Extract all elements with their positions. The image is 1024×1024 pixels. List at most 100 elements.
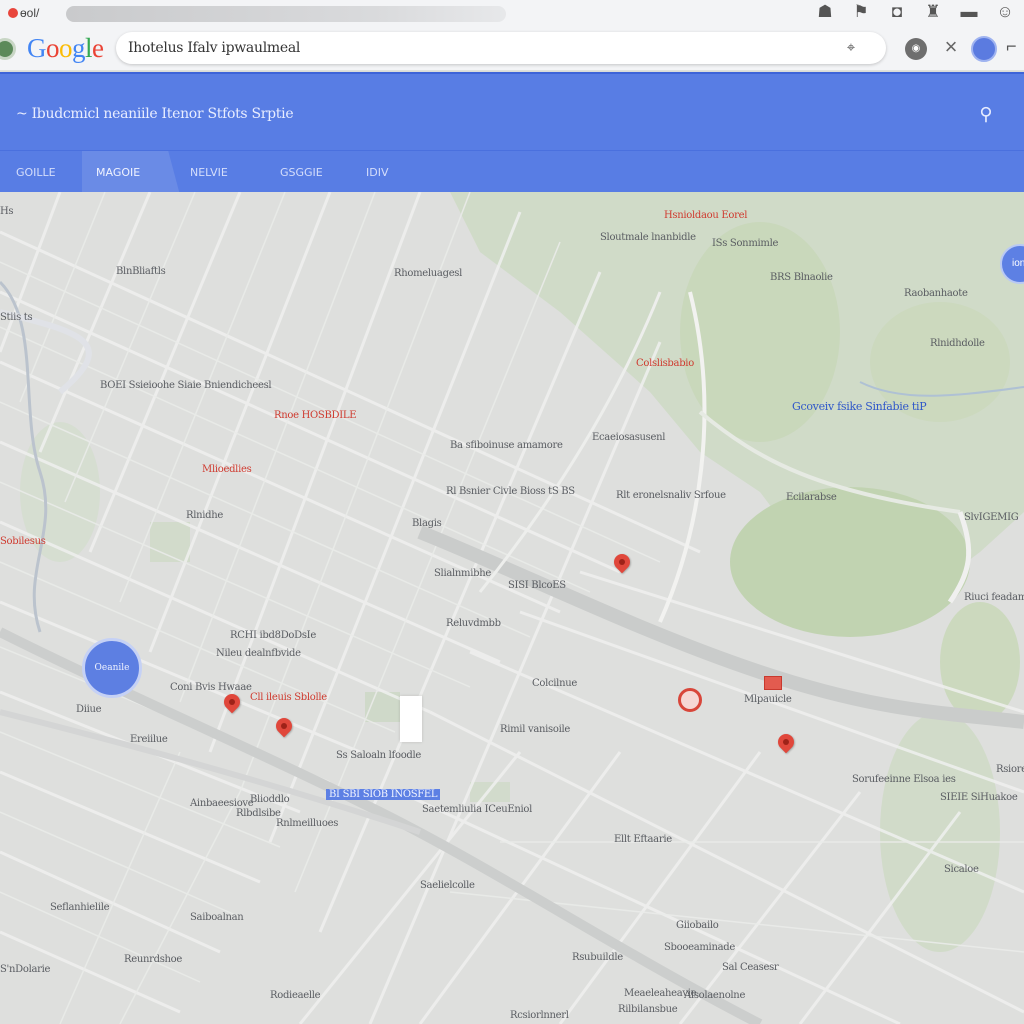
tab-idiv[interactable]: IDIV <box>366 151 388 195</box>
cast-icon[interactable]: ▬ <box>958 2 980 22</box>
map-label[interactable]: Blagis <box>412 518 442 529</box>
map-label[interactable]: Hs <box>0 206 14 217</box>
search-input-value[interactable]: Ihotelus Ifalv ipwaulmeal <box>128 40 300 56</box>
map-label[interactable]: Rodieaelle <box>270 990 321 1001</box>
map-label[interactable]: Saetemliulia ICeuEniol <box>422 804 532 815</box>
map-label[interactable]: Ss Saloaln lfoodle <box>336 750 421 761</box>
bookmark-icon[interactable]: ⚑ <box>850 2 872 22</box>
map-label[interactable]: Rsubuildle <box>572 952 623 963</box>
tab-bar: GOILLE MAGOIE NELVIE GSGGIE IDIV <box>0 150 1024 195</box>
map-label[interactable]: RCHI ibd8DoDsIe <box>230 630 316 641</box>
map-label[interactable]: Reunrdshoe <box>124 954 182 965</box>
map-label[interactable]: Sobilesus <box>0 536 46 547</box>
map-label[interactable]: Cll ileuis Sblolle <box>250 692 327 703</box>
favicon-icon <box>8 8 18 18</box>
toolbar-icons: ☗ ⚑ ◘ ♜ ▬ ☺ <box>814 2 1016 22</box>
info-card[interactable] <box>400 696 422 742</box>
map-label[interactable]: Ba sfiboinuse amamore <box>450 440 563 451</box>
tab-gsggie[interactable]: GSGGIE <box>280 151 323 195</box>
globe-icon[interactable] <box>0 38 16 60</box>
extension-icon[interactable]: ♜ <box>922 2 944 22</box>
map-label[interactable]: Coni Bvis Hwaae <box>170 682 252 693</box>
map-label[interactable]: Rlbdlsibe <box>236 808 281 819</box>
tab-title[interactable]: ɵol/ <box>20 6 39 20</box>
map-label[interactable]: BRS Blnaolie <box>770 272 833 283</box>
my-location-label: Oeanile <box>94 663 130 673</box>
map-label[interactable]: Raobanhaote <box>904 288 968 299</box>
map-label[interactable]: Rnlmeilluoes <box>276 818 338 829</box>
map-label[interactable]: Giiobailo <box>676 920 719 931</box>
map-label[interactable]: Nileu dealnfbvide <box>216 648 301 659</box>
search-row: Google Ihotelus Ifalv ipwaulmeal ⌖ ◉ × ⌐ <box>0 28 1024 70</box>
map-label[interactable]: Sicaloe <box>944 864 979 875</box>
map-label[interactable]: Mlioedlies <box>202 464 252 475</box>
map-label[interactable]: Hsnioldaou Eorel <box>664 210 747 221</box>
map-label[interactable]: Blioddlo <box>250 794 290 805</box>
map-label[interactable]: Ereiilue <box>130 734 168 745</box>
transit-icon[interactable] <box>764 676 782 690</box>
map-label[interactable]: Mlpauicle <box>744 694 792 705</box>
map-pin-icon[interactable] <box>774 730 798 756</box>
microphone-icon[interactable]: ◉ <box>905 38 927 60</box>
tab-nelvie[interactable]: NELVIE <box>190 151 228 195</box>
map-label[interactable]: Ecilarabse <box>786 492 837 503</box>
menu-edge-icon[interactable]: ⌐ <box>1006 36 1017 57</box>
map-label[interactable]: Sloutmale lnanbidle <box>600 232 696 243</box>
map-label[interactable]: S'nDolarie <box>0 964 50 975</box>
tab-goille[interactable]: GOILLE <box>16 151 56 195</box>
map-label[interactable]: Rlnidhdolle <box>930 338 985 349</box>
avatar[interactable] <box>971 36 997 62</box>
map-label[interactable]: Seflanhielile <box>50 902 110 913</box>
map-canvas[interactable]: ion Oeanile Hs Hsnioldaou Eorel Sloutmale … <box>0 192 1024 1024</box>
map-label[interactable]: Sal Ceasesr <box>722 962 779 973</box>
poi-marker[interactable] <box>678 688 702 712</box>
map-label[interactable]: SlvIGEMIG <box>964 512 1019 523</box>
account-icon[interactable]: ☗ <box>814 2 836 22</box>
map-label[interactable]: Ecaeiosasusenl <box>592 432 665 443</box>
map-pin-icon[interactable] <box>220 690 244 716</box>
map-label[interactable]: Rhomeluagesl <box>394 268 462 279</box>
map-label[interactable]: Rimil vanisoile <box>500 724 570 735</box>
map-label[interactable]: SIEIE SiHuakoe <box>940 792 1018 803</box>
map-label[interactable]: Reluvdmbb <box>446 618 501 629</box>
map-label[interactable]: Sbooeaminade <box>664 942 735 953</box>
google-logo[interactable]: Google <box>27 33 104 64</box>
map-label[interactable]: Saiboalnan <box>190 912 244 923</box>
map-label[interactable]: Alsolaenolne <box>684 990 745 1001</box>
map-pin-icon[interactable] <box>272 714 296 740</box>
panel-title: ~ Ibudcmicl neaniile Itenor Stfots Srpti… <box>16 106 294 122</box>
location-target-icon[interactable]: ⌖ <box>842 39 860 57</box>
url-bar-blurred[interactable] <box>66 6 506 22</box>
map-label[interactable]: Saelielcolle <box>420 880 475 891</box>
map-label[interactable]: Rlnidhe <box>186 510 223 521</box>
map-label[interactable]: Sorufeeinne Elsoa ies <box>852 774 956 785</box>
search-input[interactable]: Ihotelus Ifalv ipwaulmeal ⌖ <box>116 32 886 64</box>
map-label[interactable]: Diiue <box>76 704 102 715</box>
map-label[interactable]: ISs Sonmimle <box>712 238 778 249</box>
map-label[interactable]: Colcilnue <box>532 678 577 689</box>
map-label[interactable]: Ellt Eftaarie <box>614 834 672 845</box>
highlighted-street-label[interactable]: BI SBI SIOB INOSFEL <box>326 789 441 800</box>
map-label[interactable]: BlnBliaftls <box>116 266 166 277</box>
map-label[interactable]: Rsiore <box>996 764 1024 775</box>
map-label[interactable]: Rnoe HOSBDILE <box>274 410 357 421</box>
map-label[interactable]: BOEI Ssieioohe Siaie Bniendicheesl <box>100 380 272 391</box>
profile-icon[interactable]: ☺ <box>994 2 1016 22</box>
close-icon[interactable]: × <box>940 36 962 58</box>
my-location-marker[interactable]: Oeanile <box>82 638 142 698</box>
map-label[interactable]: Riuci feadamleeve <box>964 592 1024 603</box>
map-label[interactable]: Colslisbabio <box>636 358 694 369</box>
map-label[interactable]: Rcsiorlnnerl <box>510 1010 569 1021</box>
map-label[interactable]: Rilbilansbue <box>618 1004 678 1015</box>
directions-panel: ~ Ibudcmicl neaniile Itenor Stfots Srpti… <box>0 72 1024 195</box>
map-pin-icon[interactable] <box>610 550 634 576</box>
map-label[interactable]: SISI BlcoES <box>508 580 566 591</box>
chat-icon[interactable]: ◘ <box>886 2 908 22</box>
map-label[interactable]: Gcoveiv fsike Sinfabie tiP <box>792 400 927 413</box>
map-label[interactable]: Rl Bsnier Civle Bioss tS BS <box>446 486 575 497</box>
tab-magoie[interactable]: MAGOIE <box>82 151 180 195</box>
map-label[interactable]: Rlt eronelsnaliv Srfoue <box>616 490 726 501</box>
search-icon[interactable]: ⚲ <box>976 104 996 124</box>
map-label[interactable]: Stiis ts <box>0 312 33 323</box>
map-label[interactable]: Slialnmibhe <box>434 568 491 579</box>
